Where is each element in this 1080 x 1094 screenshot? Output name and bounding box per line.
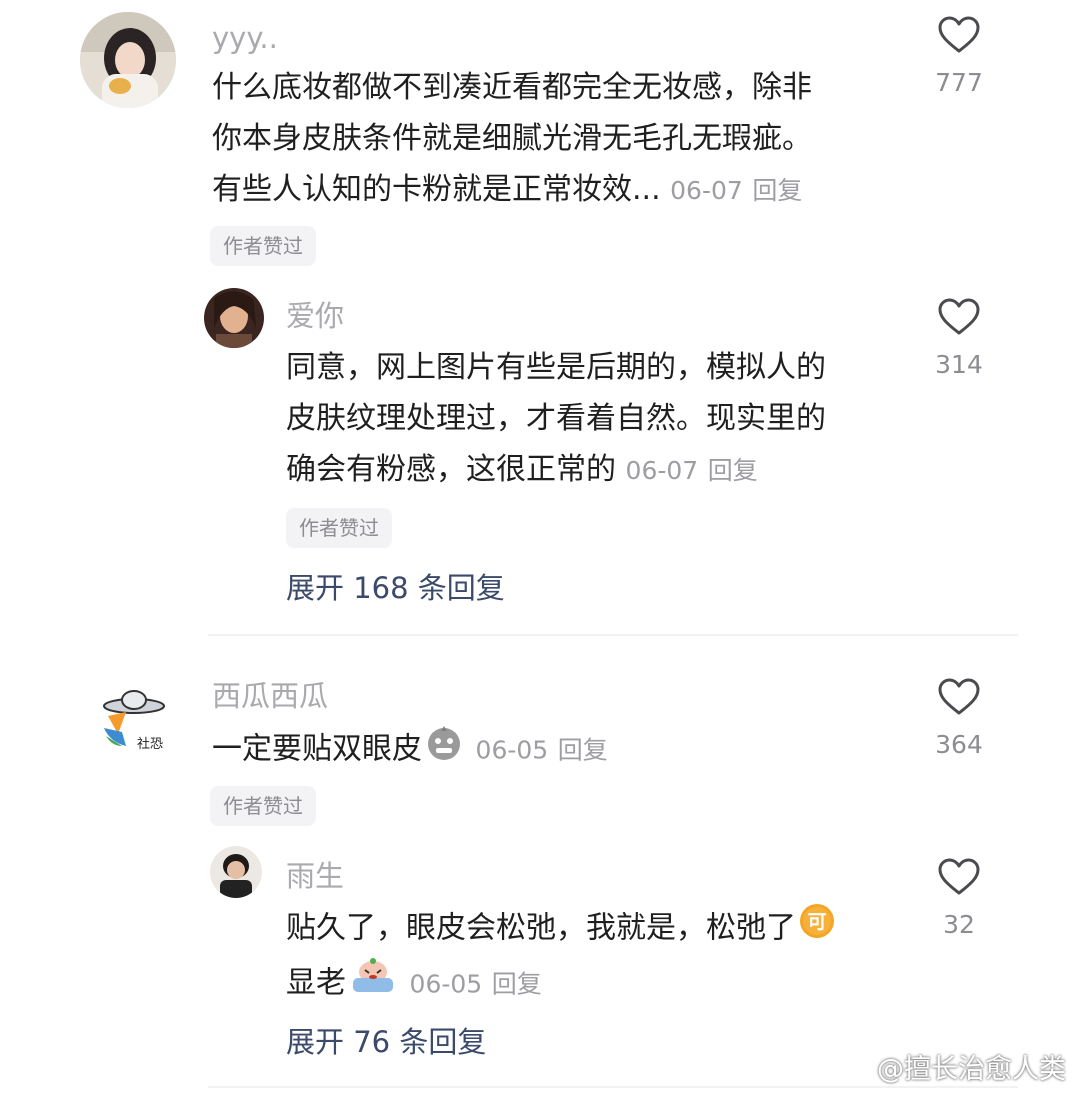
- avatar[interactable]: [210, 846, 262, 898]
- ke-emoji-icon: 可: [798, 902, 836, 956]
- comment-line: 什么底妆都做不到凑近看都完全无妆感，除非: [212, 70, 812, 105]
- ke-emoji-text: 可: [807, 911, 826, 933]
- heart-outline-icon: [938, 678, 980, 715]
- reply-button[interactable]: 回复: [752, 176, 802, 205]
- reply-line-text: 显老: [286, 965, 346, 1001]
- comment-line: 一定要贴双眼皮 06-05 回复: [212, 722, 892, 778]
- comment-divider: [208, 1086, 1018, 1088]
- like-button[interactable]: 777: [927, 16, 991, 98]
- grimace-emoji-icon: [424, 722, 464, 778]
- reply-button[interactable]: 回复: [492, 970, 542, 999]
- reply-button[interactable]: 回复: [708, 456, 758, 485]
- author-liked-badge: 作者赞过: [210, 786, 316, 826]
- comment-text: 一定要贴双眼皮 06-05 回复: [212, 722, 892, 778]
- comment-divider: [208, 634, 1018, 636]
- reply-button[interactable]: 回复: [558, 736, 608, 765]
- reply-line: 贴久了，眼皮会松弛，我就是，松弛了可: [286, 902, 926, 956]
- comment-date: 06-05: [475, 735, 549, 765]
- avatar-cartoon-icon: 社恐: [97, 677, 179, 759]
- comment-username[interactable]: yyy..: [212, 20, 278, 56]
- heart-outline-icon: [938, 858, 980, 895]
- reply-line-text: 贴久了，眼皮会松弛，我就是，松弛了: [286, 910, 796, 946]
- like-count: 777: [935, 68, 983, 97]
- watermark-text: @擅长治愈人类: [877, 1054, 1066, 1085]
- reply-username[interactable]: 雨生: [286, 858, 344, 894]
- watermark: @擅长治愈人类: [828, 1047, 1066, 1086]
- avatar[interactable]: [80, 12, 176, 108]
- avatar[interactable]: [204, 288, 264, 348]
- reply-line: 显老 06-05 回复: [286, 956, 926, 1012]
- crying-emoji-icon: [348, 956, 398, 1012]
- heart-outline-icon: [938, 298, 980, 335]
- like-count: 364: [935, 730, 983, 759]
- reply-line: 皮肤纹理处理过，才看着自然。现实里的: [286, 401, 826, 436]
- avatar[interactable]: 社恐: [96, 676, 180, 760]
- like-button[interactable]: 314: [927, 298, 991, 380]
- avatar-photo-icon: [204, 288, 264, 348]
- reply-line-text: 确会有粉感，这很正常的: [286, 452, 616, 487]
- reply-date: 06-07: [625, 456, 699, 485]
- like-button[interactable]: 32: [927, 858, 991, 940]
- avatar-photo-icon: [80, 12, 176, 108]
- expand-replies-link[interactable]: 展开 76 条回复: [286, 1024, 486, 1060]
- reply-line: 确会有粉感，这很正常的 06-07 回复: [286, 444, 906, 496]
- comment-text: 什么底妆都做不到凑近看都完全无妆感，除非 你本身皮肤条件就是细腻光滑无毛孔无瑕疵…: [212, 62, 892, 216]
- like-count: 314: [935, 350, 983, 379]
- reply-line: 同意，网上图片有些是后期的，模拟人的: [286, 350, 826, 385]
- heart-outline-icon: [938, 16, 980, 53]
- comment-date: 06-07: [670, 176, 743, 205]
- like-button[interactable]: 364: [927, 678, 991, 760]
- expand-replies-link[interactable]: 展开 168 条回复: [286, 570, 505, 606]
- comment-line-text: 一定要贴双眼皮: [212, 731, 422, 767]
- reply-username[interactable]: 爱你: [286, 298, 344, 334]
- avatar-caption: 社恐: [137, 736, 163, 752]
- comment-line: 有些人认知的卡粉就是正常妆效... 06-07 回复: [212, 164, 892, 216]
- reply-date: 06-05: [409, 969, 483, 999]
- reply-text: 同意，网上图片有些是后期的，模拟人的 皮肤纹理处理过，才看着自然。现实里的 确会…: [286, 342, 906, 496]
- comment-line: 你本身皮肤条件就是细腻光滑无毛孔无瑕疵。: [212, 121, 812, 156]
- comment-line-text: 有些人认知的卡粉就是正常妆效...: [212, 172, 661, 207]
- weibo-logo-icon: [828, 1047, 868, 1086]
- author-liked-badge: 作者赞过: [210, 226, 316, 266]
- author-liked-badge: 作者赞过: [286, 508, 392, 548]
- avatar-photo-icon: [210, 846, 262, 898]
- like-count: 32: [943, 910, 975, 939]
- reply-text: 贴久了，眼皮会松弛，我就是，松弛了可 显老 06-05 回复: [286, 902, 926, 1012]
- comment-username[interactable]: 西瓜西瓜: [212, 678, 328, 714]
